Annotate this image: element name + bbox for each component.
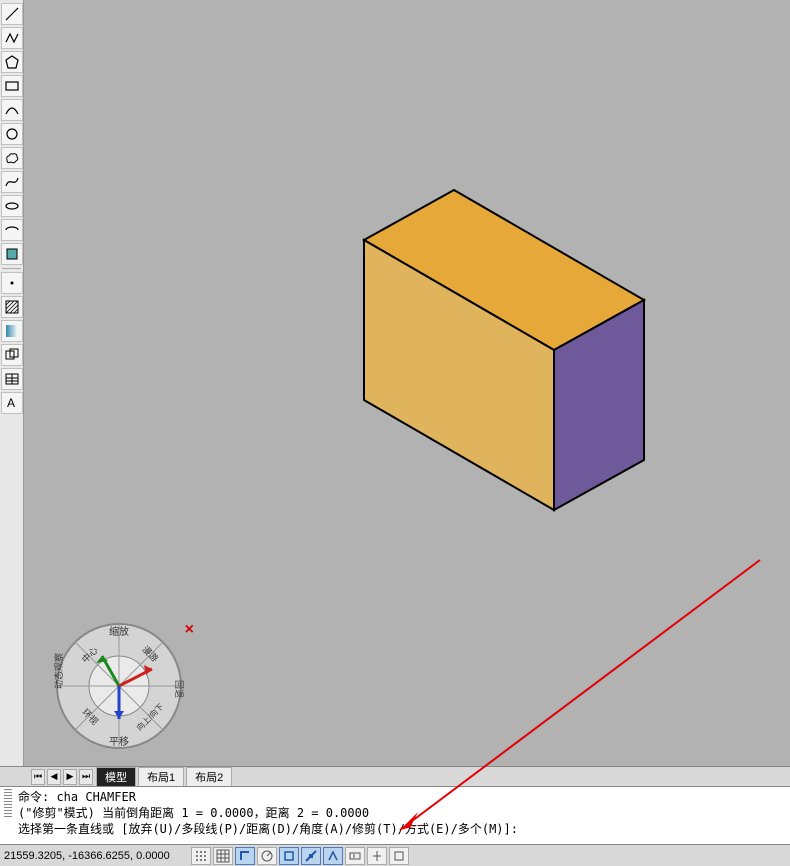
wheel-bottom-label: 平移 [109, 735, 129, 748]
ortho-mode[interactable] [235, 847, 255, 865]
tab-last-button[interactable]: ⏭ [79, 769, 93, 785]
lineweight[interactable] [367, 847, 387, 865]
point-tool[interactable] [1, 272, 23, 294]
svg-text:A: A [7, 396, 15, 410]
polar-tracking[interactable] [257, 847, 277, 865]
arc-tool[interactable] [1, 99, 23, 121]
block-tool[interactable] [1, 243, 23, 265]
wheel-left-label: 动态观察 [54, 653, 64, 689]
app-root: A [0, 0, 790, 866]
gradient-tool[interactable] [1, 320, 23, 342]
snap-grid-dots[interactable] [191, 847, 211, 865]
tab-layout1[interactable]: 布局1 [138, 767, 184, 786]
osnap[interactable] [279, 847, 299, 865]
drawing-canvas[interactable]: 缩放 动态观察 回退 平移 中心 漫游 向上/向下 环视 × [24, 0, 790, 766]
box-solid [364, 190, 644, 510]
wheel-top-label: 缩放 [109, 625, 129, 638]
line-tool[interactable] [1, 3, 23, 25]
quick-props[interactable] [389, 847, 409, 865]
draw-toolbar: A [0, 0, 24, 766]
grid-display[interactable] [213, 847, 233, 865]
command-window[interactable]: 命令: cha CHAMFER ("修剪"模式) 当前倒角距离 1 = 0.00… [0, 786, 790, 844]
tab-first-button[interactable]: ⏮ [31, 769, 45, 785]
command-grip-icon [4, 789, 12, 821]
ellipse-tool[interactable] [1, 195, 23, 217]
wheel-right-label: 回退 [174, 680, 184, 698]
ellipse-arc-tool[interactable] [1, 219, 23, 241]
region-tool[interactable] [1, 344, 23, 366]
tab-next-button[interactable]: ▶ [63, 769, 77, 785]
status-toggle-group [190, 847, 410, 865]
main-area: A [0, 0, 790, 766]
tab-prev-button[interactable]: ◀ [47, 769, 61, 785]
close-icon[interactable]: × [185, 621, 194, 639]
osnap-tracking[interactable] [301, 847, 321, 865]
table-tool[interactable] [1, 368, 23, 390]
command-prompt-line[interactable]: 选择第一条直线或 [放弃(U)/多段线(P)/距离(D)/角度(A)/修剪(T)… [18, 821, 786, 837]
tab-model[interactable]: 模型 [96, 767, 136, 786]
dynamic-input[interactable] [345, 847, 365, 865]
coordinates-display: 21559.3205, -16366.6255, 0.0000 [4, 850, 180, 862]
spline-tool[interactable] [1, 171, 23, 193]
hatch-tool[interactable] [1, 296, 23, 318]
circle-tool[interactable] [1, 123, 23, 145]
status-bar: 21559.3205, -16366.6255, 0.0000 [0, 844, 790, 866]
rectangle-tool[interactable] [1, 75, 23, 97]
layout-tabs-bar: ⏮ ◀ ▶ ⏭ 模型 布局1 布局2 [0, 766, 790, 786]
navigation-wheel[interactable]: 缩放 动态观察 回退 平移 中心 漫游 向上/向下 环视 × [54, 621, 184, 751]
tab-layout2[interactable]: 布局2 [186, 767, 232, 786]
polygon-tool[interactable] [1, 51, 23, 73]
command-history-line: 命令: cha CHAMFER [18, 789, 786, 805]
dynamic-ucs[interactable] [323, 847, 343, 865]
polyline-tool[interactable] [1, 27, 23, 49]
text-tool[interactable]: A [1, 392, 23, 414]
revcloud-tool[interactable] [1, 147, 23, 169]
command-history-line: ("修剪"模式) 当前倒角距离 1 = 0.0000，距离 2 = 0.0000 [18, 805, 786, 821]
toolbar-separator [2, 268, 21, 269]
